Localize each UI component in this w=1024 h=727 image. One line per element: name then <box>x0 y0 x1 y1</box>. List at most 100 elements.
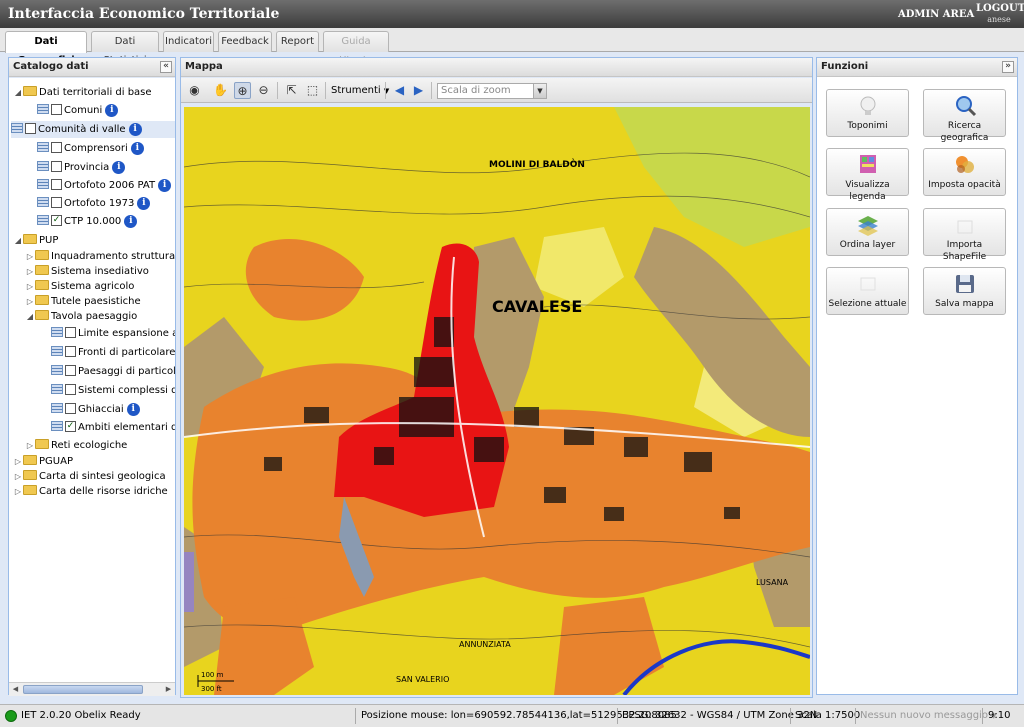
pan-hand-icon[interactable]: ✋ <box>212 82 229 99</box>
toponimi-button[interactable]: Toponimi <box>826 89 909 137</box>
tree-node-label[interactable]: Ambiti elementari di pae <box>78 422 175 433</box>
importa-shapefile-button[interactable]: Importa ShapeFile <box>923 208 1006 262</box>
tree-node-label[interactable]: Ortofoto 1973 <box>64 198 134 209</box>
expanded-arrow-icon[interactable]: ◢ <box>13 84 23 101</box>
tab-dati-geografici[interactable]: Dati Geografici <box>5 31 87 66</box>
scroll-left-icon[interactable]: ◀ <box>10 684 21 695</box>
tab-dati-statistici[interactable]: Dati Statistici <box>91 31 159 66</box>
dropdown-arrow-icon[interactable]: ▼ <box>533 84 546 98</box>
tree-node-label[interactable]: Dati territoriali di base <box>39 87 152 98</box>
tree-node-label[interactable]: Fronti di particolare pre <box>78 347 175 358</box>
tree-node-label[interactable]: CTP 10.000 <box>64 216 121 227</box>
tree-node-label[interactable]: Sistemi complessi di pa <box>78 385 175 396</box>
info-icon[interactable]: i <box>130 141 144 155</box>
logout-link[interactable]: LOGOUT anese <box>976 3 1024 25</box>
tree-node[interactable]: Fronti di particolare pre <box>51 344 175 361</box>
measure-icon[interactable]: ⇱ <box>283 82 300 99</box>
imposta-opacita-button[interactable]: Imposta opacità <box>923 148 1006 196</box>
layer-checkbox[interactable] <box>51 141 62 153</box>
scrollbar-thumb[interactable] <box>23 685 143 694</box>
tree-horizontal-scrollbar[interactable]: ◀ ▶ <box>9 682 175 696</box>
expanded-arrow-icon[interactable]: ◢ <box>25 308 35 325</box>
tree-node[interactable]: ◢ Tavola paesaggio <box>25 308 137 325</box>
tree-node[interactable]: Ortofoto 1973 i <box>37 195 151 212</box>
tree-node[interactable]: ▷ Reti ecologiche <box>25 437 127 454</box>
tree-node-label[interactable]: Comprensori <box>64 143 128 154</box>
collapsed-arrow-icon[interactable]: ▷ <box>13 483 23 500</box>
layer-checkbox[interactable]: ✓ <box>65 420 76 432</box>
scroll-right-icon[interactable]: ▶ <box>163 684 174 695</box>
double-chevron-left-icon[interactable]: « <box>160 61 172 73</box>
tree-node-label[interactable]: Ortofoto 2006 PAT <box>64 180 155 191</box>
tree-node[interactable]: Comuni i <box>37 102 119 119</box>
tree-node-label[interactable]: Provincia <box>64 162 109 173</box>
globe-icon[interactable]: ◉ <box>186 82 203 99</box>
layer-checkbox[interactable] <box>51 160 62 172</box>
tab-indicatori[interactable]: Indicatori <box>163 31 214 52</box>
tree-node-label[interactable]: Reti ecologiche <box>51 440 127 451</box>
info-icon[interactable]: i <box>158 178 172 192</box>
tree-node-label[interactable]: Sistema insediativo <box>51 266 149 277</box>
messages-menu[interactable]: Nessun nuovo messaggio ▼ <box>860 705 997 727</box>
tree-node-label[interactable]: Comuni <box>64 105 102 116</box>
tree-node-label[interactable]: PUP <box>39 235 58 246</box>
zoom-scale-select[interactable]: Scala di zoom ▼ <box>437 83 547 99</box>
tree-node-label[interactable]: Carta delle risorse idriche <box>39 486 168 497</box>
info-icon[interactable]: i <box>124 214 138 228</box>
layer-checkbox[interactable]: ✓ <box>51 214 62 226</box>
tree-node[interactable]: Limite espansione abita <box>51 325 175 342</box>
ricerca-geografica-button[interactable]: Ricerca geografica <box>923 89 1006 143</box>
tree-node-label[interactable]: Inquadramento strutturale <box>51 251 175 262</box>
tree-node[interactable]: Comunità di valle i <box>11 121 175 138</box>
map-image[interactable]: MOLINI DI BALDÒN CAVALESE LUSANA ANNUNZI… <box>184 107 810 695</box>
zoom-in-icon[interactable]: ⊕ <box>234 82 251 99</box>
logout-label[interactable]: LOGOUT <box>976 3 1024 14</box>
layer-checkbox[interactable] <box>65 383 76 395</box>
info-icon[interactable]: i <box>137 196 151 210</box>
messages-text[interactable]: Nessun nuovo messaggio <box>860 710 988 721</box>
layer-checkbox[interactable] <box>51 103 62 115</box>
visualizza-legenda-button[interactable]: Visualizza legenda <box>826 148 909 202</box>
tree-node[interactable]: Ghiacciai i <box>51 401 140 418</box>
zoom-out-icon[interactable]: ⊖ <box>255 82 272 99</box>
tree-node[interactable]: Provincia i <box>37 159 126 176</box>
info-icon[interactable]: i <box>126 402 140 416</box>
salva-mappa-button[interactable]: Salva mappa <box>923 267 1006 315</box>
selezione-attuale-button[interactable]: Selezione attuale <box>826 267 909 315</box>
layer-checkbox[interactable] <box>25 122 36 134</box>
strumenti-menu[interactable]: Strumenti ▼ <box>331 83 389 99</box>
info-icon[interactable]: i <box>128 122 142 136</box>
tree-node-label[interactable]: Tavola paesaggio <box>51 311 137 322</box>
tree-node[interactable]: ▷ Carta delle risorse idriche <box>13 483 168 500</box>
tree-node[interactable]: ✓Ambiti elementari di pae <box>51 419 175 436</box>
tree-node-label[interactable]: Comunità di valle <box>38 124 126 135</box>
strumenti-label[interactable]: Strumenti <box>331 85 381 96</box>
history-forward-icon[interactable]: ▶ <box>410 82 427 99</box>
layer-checkbox[interactable] <box>65 364 76 376</box>
tree-node-label[interactable]: Tutele paesistiche <box>51 296 141 307</box>
tree-node[interactable]: ✓ CTP 10.000 i <box>37 213 138 230</box>
tree-node-label[interactable]: PGUAP <box>39 456 73 467</box>
tree-node[interactable]: Comprensori i <box>37 140 144 157</box>
layer-checkbox[interactable] <box>51 178 62 190</box>
tree-node-label[interactable]: Ghiacciai <box>78 404 124 415</box>
collapsed-arrow-icon[interactable]: ▷ <box>25 437 35 454</box>
info-icon[interactable]: i <box>112 160 126 174</box>
tree-node-label[interactable]: Carta di sintesi geologica <box>39 471 166 482</box>
ordina-layer-button[interactable]: Ordina layer <box>826 208 909 256</box>
tree-node[interactable]: Paesaggi di particolare <box>51 363 175 380</box>
tab-feedback[interactable]: Feedback <box>218 31 272 52</box>
tree-node-label[interactable]: Paesaggi di particolare <box>78 366 175 377</box>
expanded-arrow-icon[interactable]: ◢ <box>13 232 23 249</box>
map-canvas[interactable]: MOLINI DI BALDÒN CAVALESE LUSANA ANNUNZI… <box>184 107 810 695</box>
tree-node-label[interactable]: Sistema agricolo <box>51 281 134 292</box>
layer-checkbox[interactable] <box>65 402 76 414</box>
select-icon[interactable]: ⬚ <box>304 82 321 99</box>
layer-checkbox[interactable] <box>51 196 62 208</box>
info-icon[interactable]: i <box>105 103 119 117</box>
double-chevron-right-icon[interactable]: » <box>1002 61 1014 73</box>
tree-node-label[interactable]: Limite espansione abita <box>78 328 175 339</box>
tree-node[interactable]: ◢ PUP <box>13 232 58 249</box>
tree-node[interactable]: Ortofoto 2006 PAT i <box>37 177 172 194</box>
layer-checkbox[interactable] <box>65 345 76 357</box>
